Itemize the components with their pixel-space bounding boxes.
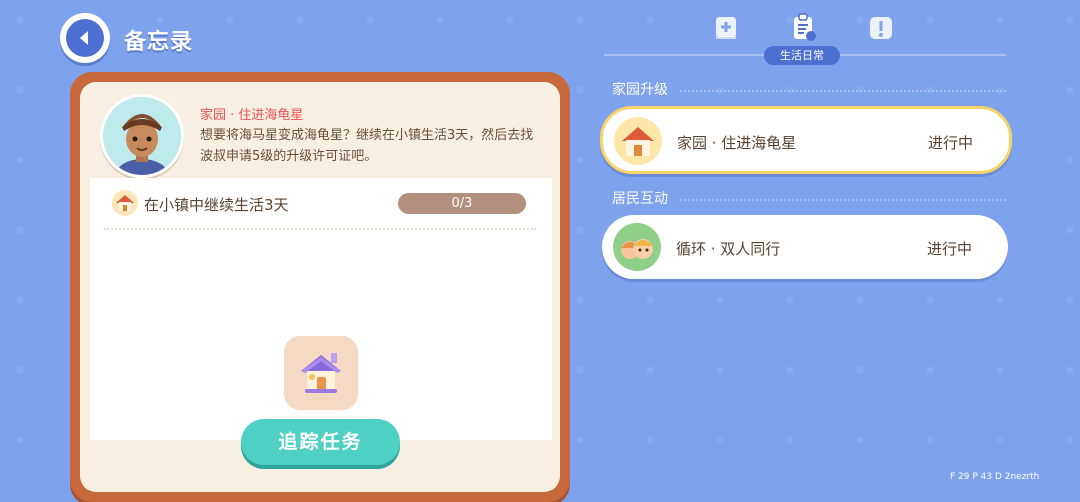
divider: [104, 228, 536, 230]
quest-card-status: 进行中: [927, 134, 973, 152]
track-quest-button[interactable]: 追踪任务: [241, 419, 400, 465]
back-button[interactable]: [60, 13, 110, 63]
task-label: 在小镇中继续生活3天: [144, 196, 289, 214]
task-progress-bar: 0/3: [398, 193, 526, 214]
debug-readout: F 29 P 43 D 2nezrth: [950, 472, 1040, 482]
quest-description: 想要将海马星变成海龟星？继续在小镇生活3天，然后去找波叔申请5级的升级许可证吧。: [200, 128, 534, 164]
quest-note-icon[interactable]: [866, 12, 896, 44]
quest-card-home-upgrade[interactable]: 家园 · 住进海龟星 进行中: [600, 106, 1012, 174]
section-resident-interaction-label: 居民互动: [612, 191, 668, 207]
two-residents-icon: [612, 222, 662, 272]
guide-book-icon[interactable]: [711, 12, 741, 44]
quest-card-status: 进行中: [926, 240, 972, 258]
task-clipboard-icon[interactable]: [789, 12, 819, 44]
section-divider: [680, 199, 1006, 201]
back-arrow-icon: [66, 19, 104, 57]
house-icon: [613, 116, 663, 166]
tab-daily-life[interactable]: 生活日常: [764, 46, 840, 65]
npc-avatar: [100, 94, 184, 178]
section-home-upgrade-label: 家园升级: [612, 82, 668, 98]
quest-card-two-residents[interactable]: 循环 · 双人同行 进行中: [602, 215, 1008, 279]
quest-title: 家园 · 住进海龟星: [200, 108, 304, 123]
section-divider: [680, 90, 1006, 92]
home-building-icon: [284, 336, 358, 410]
quest-card-name: 循环 · 双人同行: [676, 240, 781, 258]
page-title: 备忘录: [124, 30, 194, 55]
house-icon: [112, 190, 138, 216]
quest-card-name: 家园 · 住进海龟星: [677, 134, 797, 152]
